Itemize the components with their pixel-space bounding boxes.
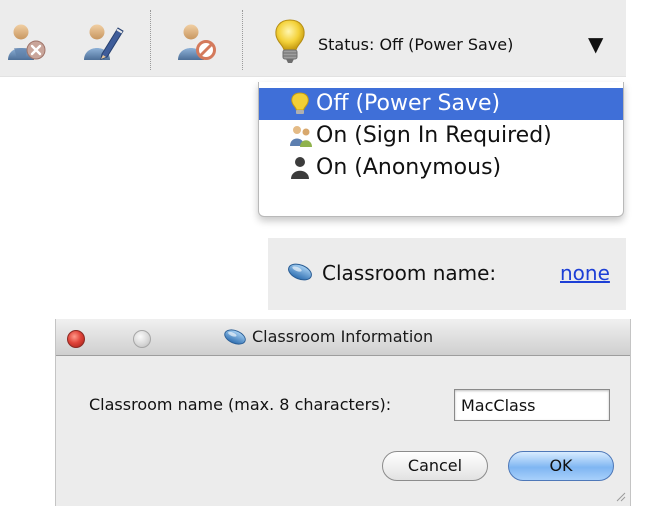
classroom-name-field-label: Classroom name (max. 8 characters):: [89, 395, 392, 414]
lightbulb-icon: [275, 19, 305, 63]
edit-user-icon: [84, 24, 124, 60]
anonymous-user-icon: [291, 157, 309, 179]
status-menu: Off (Power Save) On (Sign In Required) O…: [258, 82, 624, 217]
lightbulb-icon: [291, 92, 309, 114]
cancel-button[interactable]: Cancel: [382, 451, 488, 481]
menu-item-label: Off (Power Save): [316, 91, 501, 116]
menu-item-on-anonymous[interactable]: On (Anonymous): [259, 152, 623, 184]
classroom-name-bar: Classroom name: none: [268, 238, 626, 310]
dialog-title: Classroom Information: [252, 327, 434, 346]
menu-item-off-power-save[interactable]: Off (Power Save): [259, 88, 623, 120]
remove-user-button[interactable]: [6, 20, 50, 64]
block-user-icon: [178, 24, 216, 60]
classroom-name-label: Classroom name:: [322, 261, 497, 285]
menu-item-label: On (Anonymous): [316, 155, 502, 180]
toolbar-separator: [242, 10, 243, 70]
close-window-button[interactable]: [67, 330, 85, 348]
block-user-button[interactable]: [176, 20, 220, 64]
menu-item-on-sign-in-required[interactable]: On (Sign In Required): [259, 120, 623, 152]
classroom-name-link[interactable]: none: [560, 261, 610, 285]
resize-grip-icon[interactable]: [614, 490, 626, 502]
menu-item-label: On (Sign In Required): [316, 123, 552, 148]
ok-button[interactable]: OK: [508, 451, 614, 481]
status-dropdown[interactable]: Status: Off (Power Save) ▼: [272, 18, 624, 70]
classroom-information-dialog: Classroom Information Classroom name (ma…: [55, 319, 631, 506]
remove-user-icon: [8, 24, 46, 60]
users-icon: [290, 126, 312, 147]
toolbar-separator: [150, 10, 151, 70]
edit-user-button[interactable]: [82, 20, 126, 64]
dialog-titlebar[interactable]: Classroom Information: [56, 319, 630, 356]
triangle-down-icon[interactable]: ▼: [588, 32, 603, 56]
classroom-name-input[interactable]: [454, 389, 610, 421]
status-label: Status: Off (Power Save): [318, 35, 514, 54]
minimize-window-button[interactable]: [133, 330, 151, 348]
classroom-pill-icon: [288, 263, 312, 281]
classroom-pill-icon: [224, 329, 246, 345]
toolbar: Status: Off (Power Save) ▼: [0, 0, 626, 77]
